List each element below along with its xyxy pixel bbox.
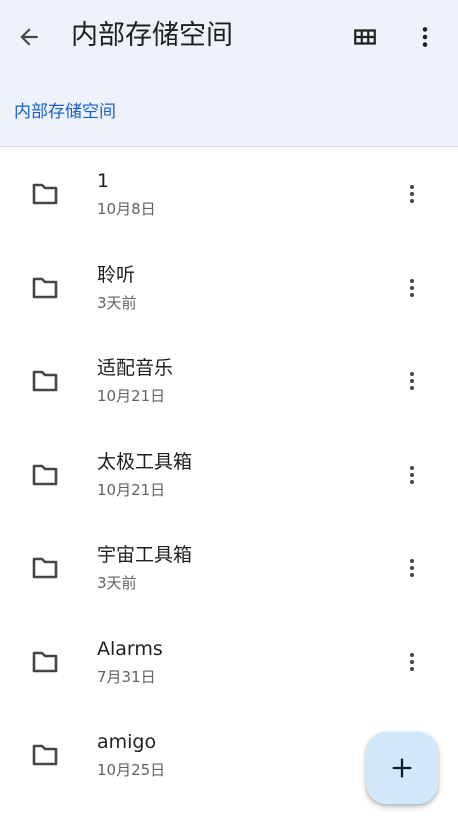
more-vert-icon — [410, 559, 414, 577]
item-more-button[interactable] — [390, 546, 434, 590]
page-title: 内部存储空间 — [71, 20, 233, 51]
top-toolbar: 内部存储空间 — [0, 0, 458, 74]
arrow-back-icon — [20, 28, 38, 46]
folder-icon — [31, 743, 59, 767]
folder-icon — [31, 369, 59, 393]
file-name: 适配音乐 — [97, 357, 174, 379]
file-date: 3天前 — [97, 293, 137, 312]
list-item[interactable]: Alarms 7月31日 — [0, 616, 458, 710]
grid-view-button[interactable] — [343, 15, 387, 59]
list-item[interactable]: 宇宙工具箱 3天前 — [0, 522, 458, 616]
file-date: 3天前 — [97, 574, 137, 592]
more-vert-icon — [410, 185, 414, 203]
folder-icon — [31, 276, 59, 300]
more-vert-icon — [410, 278, 414, 297]
list-item[interactable]: 1 10月8日 — [0, 148, 458, 242]
file-date: 10月25日 — [97, 761, 166, 779]
file-name: Alarms — [97, 637, 163, 660]
add-icon — [392, 758, 412, 778]
folder-icon — [31, 556, 59, 580]
item-more-button[interactable] — [390, 266, 434, 310]
list-item[interactable]: 太极工具箱 10月21日 — [0, 429, 458, 523]
back-button[interactable] — [7, 15, 51, 59]
file-name: 宇宙工具箱 — [97, 544, 193, 566]
file-date: 10月21日 — [97, 387, 166, 405]
file-manager-screen: 内部存储空间 内部存储空间 1 10月8日 聆听 3天前 适配音乐 10月21日… — [0, 0, 458, 820]
file-name: 1 — [97, 170, 110, 192]
list-item[interactable]: 聆听 3天前 — [0, 242, 458, 336]
file-name: amigo — [97, 731, 157, 753]
folder-icon — [31, 650, 59, 674]
file-name: 太极工具箱 — [97, 450, 193, 473]
file-list: 1 10月8日 聆听 3天前 适配音乐 10月21日 太极工具箱 10月21日 … — [0, 148, 458, 803]
folder-icon — [31, 463, 59, 487]
item-more-button[interactable] — [390, 640, 434, 684]
list-item[interactable]: 适配音乐 10月21日 — [0, 335, 458, 429]
file-date: 10月8日 — [97, 200, 156, 218]
file-date: 10月21日 — [97, 480, 166, 499]
more-vert-icon — [422, 27, 428, 47]
item-more-button[interactable] — [390, 453, 434, 497]
item-more-button[interactable] — [390, 359, 434, 403]
add-fab-button[interactable] — [366, 732, 438, 804]
folder-icon — [31, 182, 59, 206]
grid-view-icon — [354, 29, 376, 45]
app-header: 内部存储空间 内部存储空间 — [0, 0, 458, 147]
file-name: 聆听 — [97, 263, 136, 286]
more-vert-icon — [410, 372, 414, 390]
more-vert-icon — [410, 465, 414, 484]
more-options-button[interactable] — [403, 15, 447, 59]
breadcrumb[interactable]: 内部存储空间 — [14, 100, 116, 124]
item-more-button[interactable] — [390, 172, 434, 216]
more-vert-icon — [410, 652, 414, 671]
file-date: 7月31日 — [97, 667, 156, 686]
